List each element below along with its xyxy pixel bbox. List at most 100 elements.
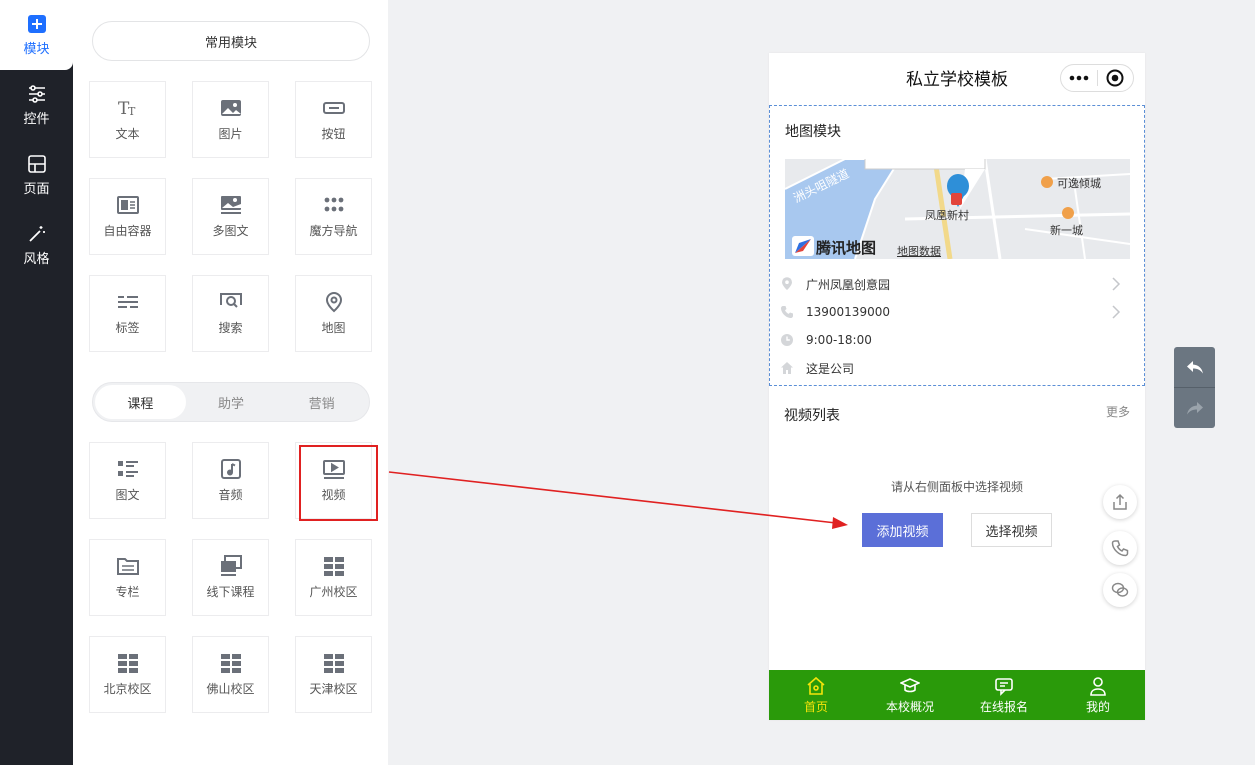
video-module-title: 视频列表	[784, 408, 840, 424]
plus-square-icon	[27, 14, 46, 33]
component-panel: 常用模块 TT 文本 图片 按钮 自由容器 多图文 魔方导航 标签 搜索 地图 …	[73, 0, 388, 765]
phone-icon	[781, 306, 793, 318]
tabbar-item-home[interactable]: 首页	[769, 670, 863, 720]
tile-label: 线下课程	[206, 585, 255, 599]
tile-label: 自由容器	[103, 224, 152, 238]
location-icon	[782, 277, 792, 290]
tab-course[interactable]: 课程	[95, 385, 186, 419]
chevron-right-icon	[1112, 277, 1121, 291]
more-dots-icon	[1069, 75, 1089, 81]
more-menu-button[interactable]	[1061, 75, 1097, 81]
tabbar-item-mine[interactable]: 我的	[1051, 670, 1145, 720]
call-float-button[interactable]	[1103, 531, 1137, 565]
map-image[interactable]: 洲头咀隧道 凤凰新村 可逸倾城 新一城 腾讯地图 地图数据	[785, 159, 1130, 259]
tag-lines-icon	[117, 296, 138, 308]
tile-label: 标签	[115, 321, 140, 335]
graduation-cap-icon	[900, 677, 920, 692]
folder-icon	[116, 558, 139, 575]
tabbar-label: 在线报名	[979, 699, 1028, 714]
tile-label: 地图	[321, 321, 346, 335]
tile-label: 北京校区	[103, 682, 152, 696]
redo-icon	[1186, 402, 1203, 415]
target-circle-icon	[1106, 69, 1124, 87]
button-icon	[322, 102, 345, 114]
tile-foshan-campus[interactable]: 佛山校区	[192, 636, 269, 713]
close-program-button[interactable]	[1098, 69, 1134, 87]
phone-icon	[1111, 540, 1129, 557]
wechat-float-button[interactable]	[1103, 573, 1137, 607]
tile-image[interactable]: 图片	[192, 81, 269, 158]
nav-item-label: 模块	[23, 41, 50, 57]
map-place-label: 凤凰新村	[925, 209, 969, 222]
tile-label: 按钮	[321, 127, 346, 141]
video-icon	[322, 460, 345, 479]
multi-image-icon	[220, 196, 241, 214]
list-image-icon	[117, 461, 138, 477]
tile-map[interactable]: 地图	[295, 275, 372, 352]
offline-course-icon	[220, 555, 242, 576]
campus-grid-icon	[323, 654, 344, 673]
map-place-label: 可逸倾城	[1057, 177, 1101, 190]
add-video-button[interactable]: 添加视频	[862, 513, 943, 547]
tile-label: 音频	[218, 488, 243, 502]
bottom-tabbar: 首页 本校概况 在线报名 我的	[769, 670, 1145, 720]
nav-item-controls[interactable]: 控件	[0, 70, 73, 140]
map-pin-icon	[325, 292, 342, 313]
tile-tag[interactable]: 标签	[89, 275, 166, 352]
search-icon	[219, 293, 242, 308]
choose-video-button[interactable]: 选择视频	[971, 513, 1052, 547]
tile-tianjin-campus[interactable]: 天津校区	[295, 636, 372, 713]
nav-item-label: 控件	[23, 111, 50, 127]
map-data-link[interactable]: 地图数据	[897, 243, 941, 259]
home-icon	[781, 362, 793, 374]
tile-label: 专栏	[115, 585, 140, 599]
tile-audio[interactable]: 音频	[192, 442, 269, 519]
tile-video[interactable]: 视频	[295, 442, 372, 519]
tile-cube-nav[interactable]: 魔方导航	[295, 178, 372, 255]
nav-item-style[interactable]: 风格	[0, 210, 73, 280]
tile-free-container[interactable]: 自由容器	[89, 178, 166, 255]
share-float-button[interactable]	[1103, 485, 1137, 519]
tile-column[interactable]: 专栏	[89, 539, 166, 616]
tile-multi-image[interactable]: 多图文	[192, 178, 269, 255]
tile-button[interactable]: 按钮	[295, 81, 372, 158]
address-row[interactable]: 广州凤凰创意园	[780, 270, 1135, 298]
common-modules-pill[interactable]: 常用模块	[92, 21, 370, 61]
tile-offline-course[interactable]: 线下课程	[192, 539, 269, 616]
grid-dots-icon	[324, 197, 343, 212]
tile-beijing-campus[interactable]: 北京校区	[89, 636, 166, 713]
map-brand-label: 腾讯地图	[816, 239, 877, 257]
undo-button[interactable]	[1174, 347, 1215, 387]
map-place-label: 新一城	[1050, 224, 1083, 237]
undo-redo-toolbar	[1174, 347, 1215, 428]
tile-text[interactable]: TT 文本	[89, 81, 166, 158]
tile-label: 图片	[218, 127, 243, 141]
nav-item-modules[interactable]: 模块	[0, 0, 73, 70]
mini-program-capsule	[1060, 64, 1134, 92]
nav-item-page[interactable]: 页面	[0, 140, 73, 210]
tile-label: 搜索	[218, 321, 243, 335]
redo-button[interactable]	[1174, 388, 1215, 428]
tabbar-item-online-signup[interactable]: 在线报名	[957, 670, 1051, 720]
sliders-icon	[28, 84, 45, 103]
tile-guangzhou-campus[interactable]: 广州校区	[295, 539, 372, 616]
company-row: 这是公司	[780, 354, 1135, 382]
tile-label: 广州校区	[309, 585, 358, 599]
map-module[interactable]: 地图模块 洲头咀隧道 凤凰新村 可逸倾城 新一城 腾讯地图 地图数据 广州凤凰创…	[769, 105, 1145, 386]
page-layout-icon	[27, 154, 46, 173]
tab-marketing[interactable]: 营销	[276, 385, 367, 419]
tile-search[interactable]: 搜索	[192, 275, 269, 352]
campus-grid-icon	[220, 654, 241, 673]
address-text: 广州凤凰创意园	[806, 277, 891, 292]
container-icon	[116, 196, 139, 214]
left-nav: 模块 控件 页面 风格	[0, 0, 73, 765]
video-more-link[interactable]: 更多	[1106, 403, 1130, 420]
home-icon	[807, 676, 825, 695]
tile-rich-text[interactable]: 图文	[89, 442, 166, 519]
phone-row[interactable]: 13900139000	[780, 298, 1135, 326]
nav-item-label: 页面	[23, 181, 50, 197]
tab-study-aid[interactable]: 助学	[186, 385, 277, 419]
share-icon	[1113, 493, 1127, 510]
tile-label: 文本	[115, 127, 140, 141]
tabbar-item-school-overview[interactable]: 本校概况	[863, 670, 957, 720]
